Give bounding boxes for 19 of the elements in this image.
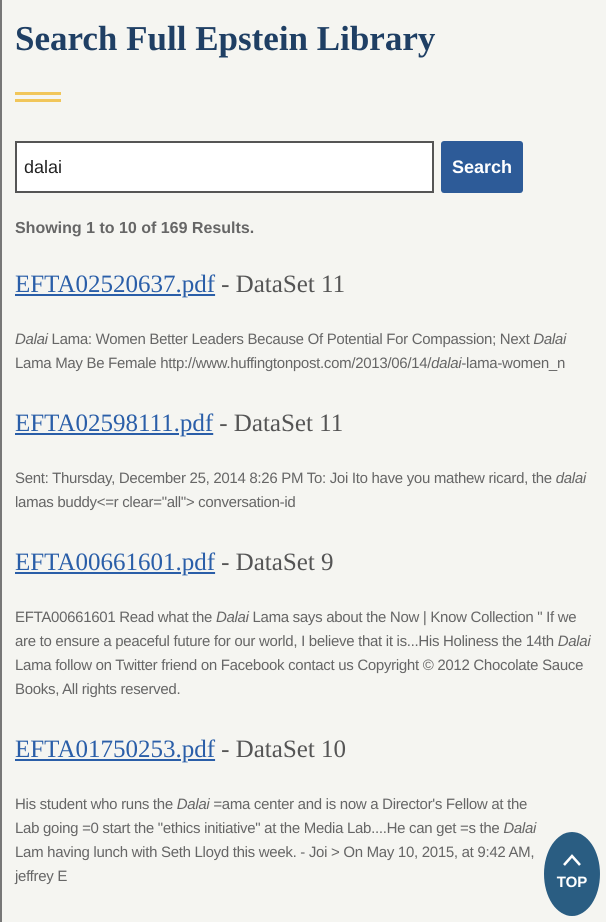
results-summary: Showing 1 to 10 of 169 Results. <box>15 219 254 239</box>
dataset-label: - DataSet 11 <box>219 409 344 439</box>
result-snippet: EFTA00661601 Read what the Dalai Lama says about the Now | Know Collection " If we are to ensure a peaceful future for our world, I believe that it is...His Holiness the 14th Dalai Lama follow on Twitter friend on Facebook contact us Copyright © 2012 Chocolate Sauce Books, All rights reserved. <box>15 608 592 700</box>
dataset-label: - DataSet 10 <box>221 735 346 765</box>
back-to-top-button[interactable]: TOP <box>544 832 600 916</box>
file-link[interactable]: EFTA00661601.pdf <box>15 547 216 579</box>
result-snippet: Dalai Lama: Women Better Leaders Because Of Potential For Compassion; Next Dalai Lama May Be Female http://www.huffingtonpost.com/2013/06/14/dalai-lama-women_n <box>15 330 568 374</box>
result-snippet: His student who runs the Dalai =ama center and is now a Director's Fellow at the Lab going =0 start the "ethics initiative" at the Media Lab....He can get =s the Dalai Lam having lunch with Seth Lloyd this week. - Joi > On May 10, 2015, at 9:42 AM, jeffrey E <box>15 795 538 887</box>
title-underline <box>15 92 61 102</box>
search-button[interactable]: Search <box>441 141 523 193</box>
file-link[interactable]: EFTA02598111.pdf <box>15 408 214 440</box>
page-title: Search Full Epstein Library <box>15 18 436 60</box>
dataset-label: - DataSet 11 <box>221 270 346 300</box>
dataset-label: - DataSet 9 <box>221 548 334 578</box>
result-snippet: Sent: Thursday, December 25, 2014 8:26 PM To: Joi Ito have you mathew ricard, the dalai lamas buddy<=r clear="all"> conversation-id <box>15 469 588 513</box>
file-link[interactable]: EFTA01750253.pdf <box>15 734 216 766</box>
file-link[interactable]: EFTA02520637.pdf <box>15 269 216 301</box>
chevron-up-icon <box>562 854 582 866</box>
search-field[interactable]: dalai <box>15 141 434 193</box>
